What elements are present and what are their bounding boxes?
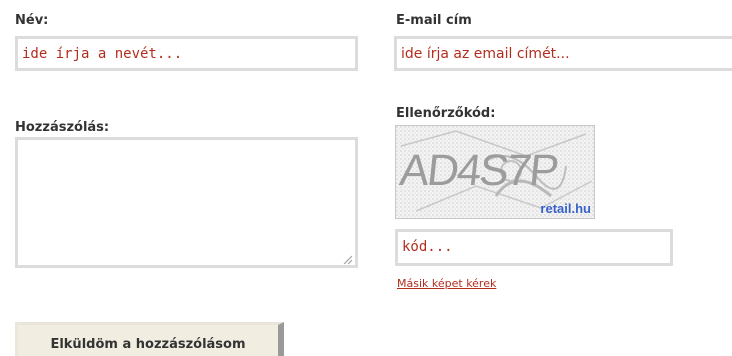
resize-grip-icon[interactable] <box>343 255 353 265</box>
comment-label: Hozzászólás: <box>15 120 110 135</box>
email-label: E-mail cím <box>396 13 472 28</box>
submit-button[interactable]: Elküldöm a hozzászólásom <box>15 322 284 356</box>
captcha-input[interactable]: kód... <box>395 229 673 266</box>
comment-textarea[interactable] <box>15 137 358 268</box>
captcha-image: AD4S7P retail.hu <box>395 125 595 219</box>
captcha-refresh-link[interactable]: Másik képet kérek <box>397 277 496 290</box>
name-label: Név: <box>15 13 49 28</box>
captcha-text: AD4S7P <box>397 146 560 195</box>
captcha-label: Ellenőrzőkód: <box>396 106 496 121</box>
captcha-watermark: retail.hu <box>540 201 591 216</box>
email-input[interactable]: ide írja az email címét... <box>394 36 732 71</box>
name-input[interactable]: ide írja a nevét... <box>15 36 358 71</box>
comment-form: Név: ide írja a nevét... E-mail cím ide … <box>0 0 732 356</box>
